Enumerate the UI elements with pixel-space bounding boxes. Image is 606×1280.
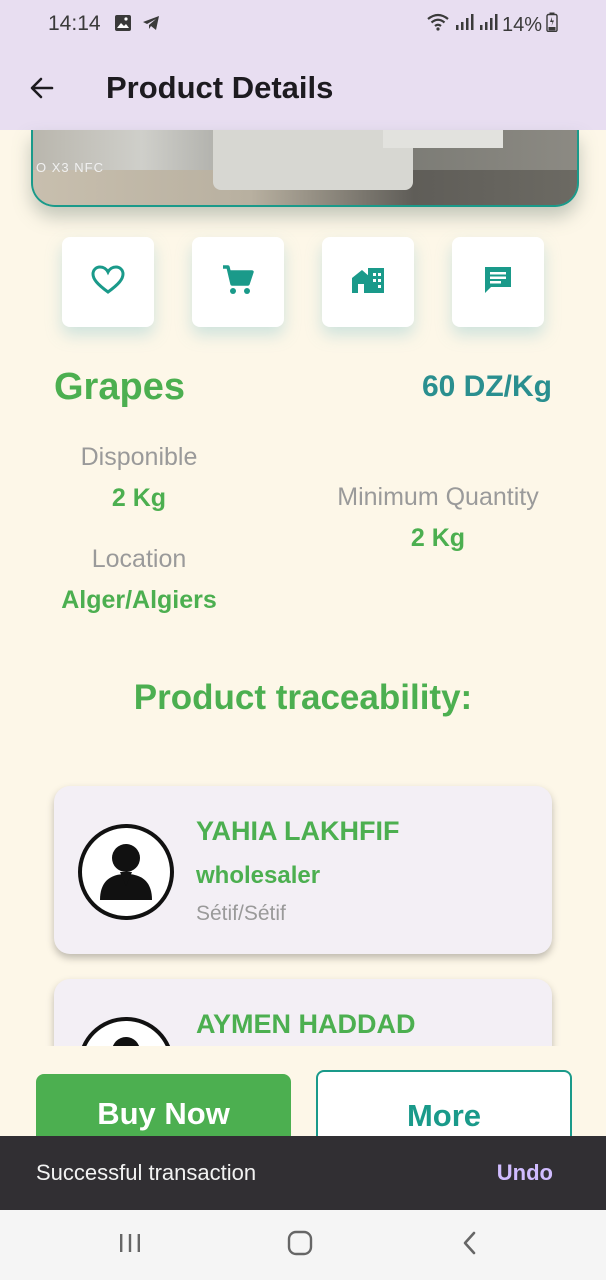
status-bar: 14:14 14%	[0, 0, 606, 50]
location-value: Alger/Algiers	[61, 586, 217, 614]
trace-location: Sétif/Sétif	[196, 902, 286, 925]
chat-icon	[482, 264, 514, 301]
back-button[interactable]	[22, 70, 62, 110]
store-icon	[350, 265, 386, 300]
image-icon	[113, 13, 133, 38]
traceability-list: YAHIA LAKHFIF wholesaler Sétif/Sétif AYM…	[0, 770, 606, 1046]
disponible-value: 2 Kg	[111, 484, 167, 512]
shopping-cart-icon	[221, 264, 255, 301]
add-to-cart-button[interactable]	[192, 237, 284, 327]
battery-icon	[546, 12, 558, 38]
heart-outline-icon	[91, 264, 125, 300]
traceability-title: Product traceability:	[133, 678, 473, 717]
traceability-card[interactable]: YAHIA LAKHFIF wholesaler Sétif/Sétif	[54, 786, 552, 954]
trace-name: YAHIA LAKHFIF	[196, 816, 400, 846]
recent-apps-icon	[117, 1231, 143, 1260]
trace-role: wholesaler	[196, 862, 321, 889]
arrow-back-icon	[28, 74, 56, 107]
battery-text: 14%	[501, 13, 542, 36]
store-button[interactable]	[322, 237, 414, 327]
telegram-icon	[141, 13, 161, 38]
undo-button[interactable]: Undo	[497, 1160, 553, 1186]
message-button[interactable]	[452, 237, 544, 327]
signal-icon	[454, 12, 474, 38]
trace-name: AYMEN HADDAD	[196, 1009, 416, 1039]
recent-apps-button[interactable]	[110, 1228, 150, 1262]
avatar	[78, 1017, 174, 1046]
status-time: 14:14	[48, 12, 101, 35]
minimum-quantity-label: Minimum Quantity	[337, 483, 539, 511]
product-image: O X3 NFC	[31, 130, 579, 207]
image-watermark: O X3 NFC	[36, 160, 104, 175]
home-button[interactable]	[280, 1228, 320, 1262]
snackbar: Successful transaction Undo	[0, 1136, 606, 1210]
avatar	[78, 824, 174, 920]
location-label: Location	[91, 545, 187, 573]
page-title: Product Details	[106, 70, 334, 105]
system-back-button[interactable]	[450, 1228, 490, 1262]
app-bar: Product Details	[0, 50, 606, 130]
system-nav-bar	[0, 1210, 606, 1280]
favorite-button[interactable]	[62, 237, 154, 327]
product-name: Grapes	[54, 366, 185, 408]
signal-icon	[478, 12, 498, 38]
minimum-quantity-value: 2 Kg	[410, 524, 466, 552]
snackbar-message: Successful transaction	[36, 1160, 257, 1185]
wifi-icon	[426, 12, 450, 38]
product-price: 60 DZ/Kg	[421, 370, 552, 403]
home-icon	[286, 1229, 314, 1262]
disponible-label: Disponible	[80, 443, 198, 471]
chevron-left-icon	[458, 1229, 482, 1262]
traceability-card[interactable]: AYMEN HADDAD	[54, 979, 552, 1046]
